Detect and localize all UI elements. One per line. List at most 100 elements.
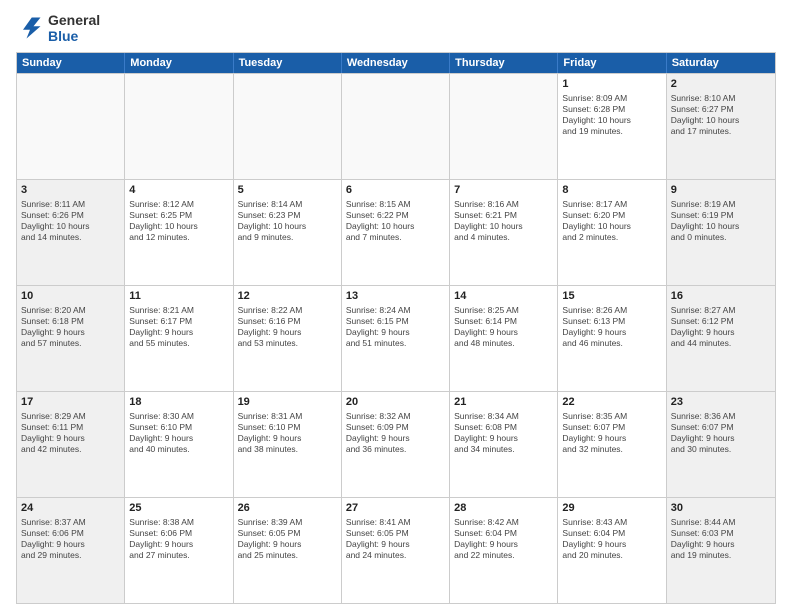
day-info: Sunrise: 8:42 AM Sunset: 6:04 PM Dayligh… [454, 517, 553, 561]
day-number: 2 [671, 77, 771, 92]
day-number: 21 [454, 395, 553, 410]
calendar-body: 1Sunrise: 8:09 AM Sunset: 6:28 PM Daylig… [17, 73, 775, 603]
day-info: Sunrise: 8:38 AM Sunset: 6:06 PM Dayligh… [129, 517, 228, 561]
day-info: Sunrise: 8:09 AM Sunset: 6:28 PM Dayligh… [562, 93, 661, 137]
day-number: 11 [129, 289, 228, 304]
day-number: 20 [346, 395, 445, 410]
calendar-cell: 14Sunrise: 8:25 AM Sunset: 6:14 PM Dayli… [450, 286, 558, 391]
weekday-header: Tuesday [234, 53, 342, 73]
day-info: Sunrise: 8:25 AM Sunset: 6:14 PM Dayligh… [454, 305, 553, 349]
calendar-cell [17, 74, 125, 179]
day-info: Sunrise: 8:44 AM Sunset: 6:03 PM Dayligh… [671, 517, 771, 561]
day-info: Sunrise: 8:21 AM Sunset: 6:17 PM Dayligh… [129, 305, 228, 349]
calendar-row: 17Sunrise: 8:29 AM Sunset: 6:11 PM Dayli… [17, 391, 775, 497]
day-number: 18 [129, 395, 228, 410]
day-info: Sunrise: 8:31 AM Sunset: 6:10 PM Dayligh… [238, 411, 337, 455]
calendar-cell: 25Sunrise: 8:38 AM Sunset: 6:06 PM Dayli… [125, 498, 233, 603]
day-number: 5 [238, 183, 337, 198]
weekday-header: Monday [125, 53, 233, 73]
day-info: Sunrise: 8:22 AM Sunset: 6:16 PM Dayligh… [238, 305, 337, 349]
calendar-cell: 20Sunrise: 8:32 AM Sunset: 6:09 PM Dayli… [342, 392, 450, 497]
page: General Blue SundayMondayTuesdayWednesda… [0, 0, 792, 612]
day-number: 6 [346, 183, 445, 198]
calendar-header: SundayMondayTuesdayWednesdayThursdayFrid… [17, 53, 775, 73]
calendar-cell [234, 74, 342, 179]
calendar-cell: 23Sunrise: 8:36 AM Sunset: 6:07 PM Dayli… [667, 392, 775, 497]
calendar-cell: 10Sunrise: 8:20 AM Sunset: 6:18 PM Dayli… [17, 286, 125, 391]
day-info: Sunrise: 8:30 AM Sunset: 6:10 PM Dayligh… [129, 411, 228, 455]
day-info: Sunrise: 8:29 AM Sunset: 6:11 PM Dayligh… [21, 411, 120, 455]
day-number: 29 [562, 501, 661, 516]
day-info: Sunrise: 8:11 AM Sunset: 6:26 PM Dayligh… [21, 199, 120, 243]
calendar-cell [125, 74, 233, 179]
logo: General Blue [16, 12, 100, 44]
calendar-row: 1Sunrise: 8:09 AM Sunset: 6:28 PM Daylig… [17, 73, 775, 179]
day-info: Sunrise: 8:12 AM Sunset: 6:25 PM Dayligh… [129, 199, 228, 243]
day-info: Sunrise: 8:15 AM Sunset: 6:22 PM Dayligh… [346, 199, 445, 243]
calendar-cell: 9Sunrise: 8:19 AM Sunset: 6:19 PM Daylig… [667, 180, 775, 285]
day-info: Sunrise: 8:39 AM Sunset: 6:05 PM Dayligh… [238, 517, 337, 561]
day-info: Sunrise: 8:43 AM Sunset: 6:04 PM Dayligh… [562, 517, 661, 561]
day-info: Sunrise: 8:41 AM Sunset: 6:05 PM Dayligh… [346, 517, 445, 561]
calendar-cell: 18Sunrise: 8:30 AM Sunset: 6:10 PM Dayli… [125, 392, 233, 497]
calendar-cell: 3Sunrise: 8:11 AM Sunset: 6:26 PM Daylig… [17, 180, 125, 285]
day-number: 24 [21, 501, 120, 516]
logo-text: General Blue [48, 12, 100, 44]
day-number: 30 [671, 501, 771, 516]
day-info: Sunrise: 8:35 AM Sunset: 6:07 PM Dayligh… [562, 411, 661, 455]
day-info: Sunrise: 8:37 AM Sunset: 6:06 PM Dayligh… [21, 517, 120, 561]
calendar-cell: 22Sunrise: 8:35 AM Sunset: 6:07 PM Dayli… [558, 392, 666, 497]
logo-icon [16, 14, 44, 42]
day-number: 13 [346, 289, 445, 304]
day-info: Sunrise: 8:36 AM Sunset: 6:07 PM Dayligh… [671, 411, 771, 455]
weekday-header: Saturday [667, 53, 775, 73]
day-info: Sunrise: 8:17 AM Sunset: 6:20 PM Dayligh… [562, 199, 661, 243]
day-info: Sunrise: 8:10 AM Sunset: 6:27 PM Dayligh… [671, 93, 771, 137]
calendar-cell: 28Sunrise: 8:42 AM Sunset: 6:04 PM Dayli… [450, 498, 558, 603]
day-number: 22 [562, 395, 661, 410]
day-info: Sunrise: 8:20 AM Sunset: 6:18 PM Dayligh… [21, 305, 120, 349]
day-number: 17 [21, 395, 120, 410]
day-info: Sunrise: 8:26 AM Sunset: 6:13 PM Dayligh… [562, 305, 661, 349]
calendar-cell: 5Sunrise: 8:14 AM Sunset: 6:23 PM Daylig… [234, 180, 342, 285]
day-number: 9 [671, 183, 771, 198]
calendar-cell: 4Sunrise: 8:12 AM Sunset: 6:25 PM Daylig… [125, 180, 233, 285]
calendar-row: 24Sunrise: 8:37 AM Sunset: 6:06 PM Dayli… [17, 497, 775, 603]
day-info: Sunrise: 8:32 AM Sunset: 6:09 PM Dayligh… [346, 411, 445, 455]
day-number: 26 [238, 501, 337, 516]
day-number: 19 [238, 395, 337, 410]
calendar-cell: 19Sunrise: 8:31 AM Sunset: 6:10 PM Dayli… [234, 392, 342, 497]
day-number: 27 [346, 501, 445, 516]
day-info: Sunrise: 8:19 AM Sunset: 6:19 PM Dayligh… [671, 199, 771, 243]
day-number: 14 [454, 289, 553, 304]
calendar-cell: 12Sunrise: 8:22 AM Sunset: 6:16 PM Dayli… [234, 286, 342, 391]
day-number: 4 [129, 183, 228, 198]
day-number: 25 [129, 501, 228, 516]
day-number: 7 [454, 183, 553, 198]
day-info: Sunrise: 8:14 AM Sunset: 6:23 PM Dayligh… [238, 199, 337, 243]
calendar-cell: 11Sunrise: 8:21 AM Sunset: 6:17 PM Dayli… [125, 286, 233, 391]
weekday-header: Wednesday [342, 53, 450, 73]
calendar: SundayMondayTuesdayWednesdayThursdayFrid… [16, 52, 776, 604]
calendar-cell: 29Sunrise: 8:43 AM Sunset: 6:04 PM Dayli… [558, 498, 666, 603]
calendar-cell: 2Sunrise: 8:10 AM Sunset: 6:27 PM Daylig… [667, 74, 775, 179]
calendar-cell: 17Sunrise: 8:29 AM Sunset: 6:11 PM Dayli… [17, 392, 125, 497]
day-number: 23 [671, 395, 771, 410]
calendar-cell: 1Sunrise: 8:09 AM Sunset: 6:28 PM Daylig… [558, 74, 666, 179]
header: General Blue [16, 12, 776, 44]
calendar-cell: 16Sunrise: 8:27 AM Sunset: 6:12 PM Dayli… [667, 286, 775, 391]
weekday-header: Thursday [450, 53, 558, 73]
day-number: 3 [21, 183, 120, 198]
weekday-header: Sunday [17, 53, 125, 73]
calendar-cell: 24Sunrise: 8:37 AM Sunset: 6:06 PM Dayli… [17, 498, 125, 603]
day-number: 8 [562, 183, 661, 198]
day-number: 1 [562, 77, 661, 92]
calendar-cell: 30Sunrise: 8:44 AM Sunset: 6:03 PM Dayli… [667, 498, 775, 603]
day-info: Sunrise: 8:16 AM Sunset: 6:21 PM Dayligh… [454, 199, 553, 243]
calendar-cell: 13Sunrise: 8:24 AM Sunset: 6:15 PM Dayli… [342, 286, 450, 391]
day-number: 16 [671, 289, 771, 304]
calendar-cell: 15Sunrise: 8:26 AM Sunset: 6:13 PM Dayli… [558, 286, 666, 391]
day-info: Sunrise: 8:27 AM Sunset: 6:12 PM Dayligh… [671, 305, 771, 349]
calendar-cell: 21Sunrise: 8:34 AM Sunset: 6:08 PM Dayli… [450, 392, 558, 497]
day-number: 12 [238, 289, 337, 304]
